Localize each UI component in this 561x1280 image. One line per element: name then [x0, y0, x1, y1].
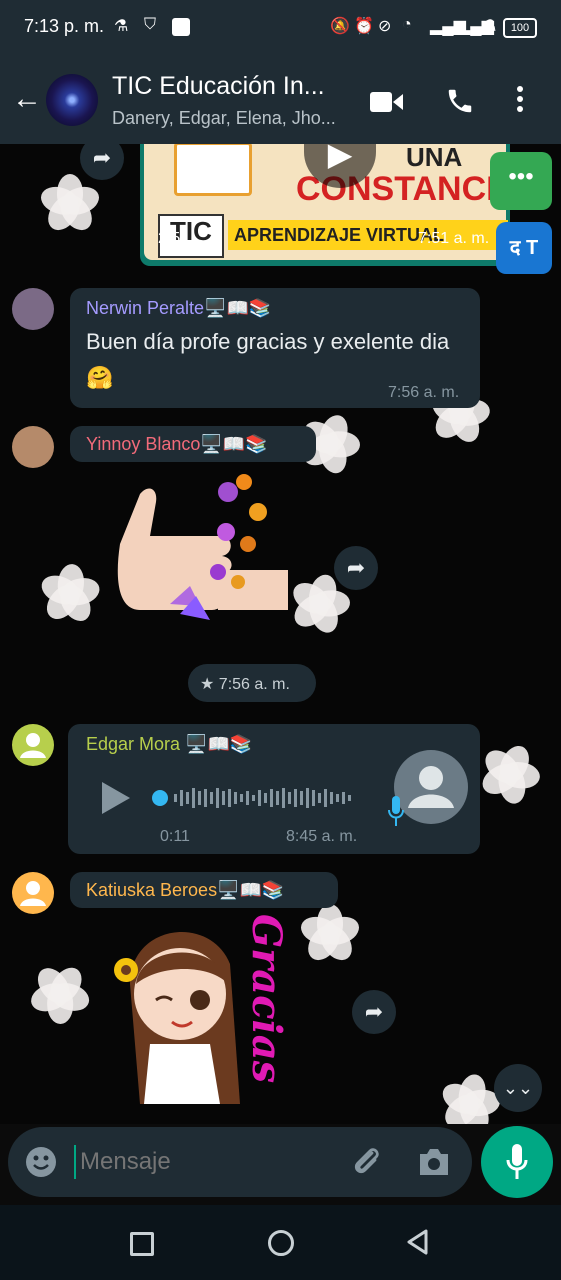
avatar[interactable] [12, 426, 54, 468]
alarm-icon: ⏰ [354, 18, 374, 35]
attach-icon[interactable] [348, 1143, 386, 1181]
back-icon[interactable] [406, 1229, 430, 1255]
status-time: 7:13 p. m. [24, 16, 105, 36]
blossom-decoration [37, 174, 103, 236]
shield-icon: ⛉ [144, 16, 157, 33]
blossom-decoration [437, 1071, 502, 1124]
sender-label-bubble[interactable]: Yinnoy Blanco🖥️📖📚 [70, 426, 316, 462]
chat-area[interactable]: UNA CONSTANCIA TIC APRENDIZAJE VIRTUAL ▶… [0, 144, 561, 1124]
system-nav-bar [0, 1205, 561, 1280]
phone-call-icon[interactable] [445, 86, 475, 123]
chat-header[interactable]: ← TIC Educación In... Danery, Edgar, Ele… [0, 56, 561, 144]
group-members[interactable]: Danery, Edgar, Elena, Jho... [112, 108, 336, 129]
message-time: 8:45 a. m. [286, 828, 358, 845]
blossom-decoration [27, 961, 93, 1025]
sender-label-bubble[interactable]: Katiuska Beroes🖥️📖📚 [70, 872, 338, 908]
text-cursor [74, 1145, 76, 1179]
banner-top: UNA [406, 144, 463, 172]
message-meta-bubble: ★ 7:56 a. m. [188, 664, 316, 702]
message-time: 7:56 a. m. [388, 384, 460, 401]
blossom-decoration [477, 741, 542, 806]
sender-name[interactable]: Yinnoy Blanco🖥️📖📚 [86, 434, 268, 455]
forward-icon[interactable]: ➦ [334, 546, 378, 590]
camera-icon[interactable] [416, 1145, 452, 1179]
gracias-sticker[interactable]: Gracias [100, 914, 340, 1114]
group-avatar[interactable] [46, 74, 98, 126]
audio-progress-handle[interactable] [152, 790, 168, 806]
mute-icon: 🔕 [330, 18, 350, 35]
microphone-icon [505, 1142, 529, 1182]
video-time: 7:51 a. m. [418, 230, 490, 247]
microphone-icon [386, 794, 406, 828]
document-icon [174, 144, 252, 196]
sender-name[interactable]: Edgar Mora 🖥️📖📚 [86, 734, 252, 755]
group-title[interactable]: TIC Educación In... [112, 72, 325, 101]
app-icon [172, 18, 190, 36]
back-arrow-icon[interactable]: ← [12, 82, 42, 116]
avatar[interactable] [12, 288, 54, 330]
message-bubble[interactable]: Nerwin Peralte🖥️📖📚 Buen día profe gracia… [70, 288, 480, 408]
dnd-icon: ⊘ [378, 18, 392, 35]
emoji-icon[interactable] [24, 1145, 58, 1179]
floating-chat-icon[interactable]: ••• [490, 152, 552, 210]
play-audio-icon[interactable] [102, 782, 130, 814]
battery-indicator: 100 [503, 18, 537, 38]
translate-icon[interactable]: द T [496, 222, 552, 274]
scroll-to-bottom-icon[interactable]: ⌄⌄ [494, 1064, 542, 1112]
video-message[interactable]: UNA CONSTANCIA TIC APRENDIZAJE VIRTUAL ▶… [140, 144, 510, 266]
avatar[interactable] [12, 724, 54, 766]
voice-record-button[interactable] [481, 1126, 553, 1198]
sender-name[interactable]: Nerwin Peralte🖥️📖📚 [86, 298, 271, 319]
recents-icon[interactable] [130, 1232, 154, 1256]
home-icon[interactable] [268, 1230, 294, 1256]
voice-message-bubble[interactable]: Edgar Mora 🖥️📖📚 0:11 8:45 a. m. [68, 724, 480, 854]
message-composer[interactable] [8, 1127, 472, 1197]
flask-icon: ⚗ [114, 18, 129, 35]
video-duration: 2:51 [158, 230, 190, 247]
message-input[interactable] [78, 1141, 342, 1183]
audio-duration: 0:11 [160, 828, 190, 845]
flask-icon: ⚗ [482, 18, 497, 35]
forward-icon[interactable]: ➦ [352, 990, 396, 1034]
gracias-text: Gracias [243, 914, 290, 1084]
blossom-decoration [37, 562, 103, 627]
wifi-icon: ◔ [402, 16, 412, 33]
video-call-icon[interactable] [370, 90, 404, 121]
sender-name[interactable]: Katiuska Beroes🖥️📖📚 [86, 880, 284, 901]
more-options-icon[interactable] [515, 84, 525, 121]
status-bar: 7:13 p. m. ⚗ ⛉ 🔕 ⏰ ⊘ ◔ ▂▄▆ ▂▄▆ ⚗ 100 [0, 0, 561, 56]
forward-icon[interactable]: ➦ [80, 144, 124, 180]
butterflies-decoration [118, 472, 278, 602]
message-time: ★ 7:56 a. m. [200, 676, 290, 693]
audio-waveform[interactable] [174, 786, 364, 810]
avatar[interactable] [12, 872, 54, 914]
